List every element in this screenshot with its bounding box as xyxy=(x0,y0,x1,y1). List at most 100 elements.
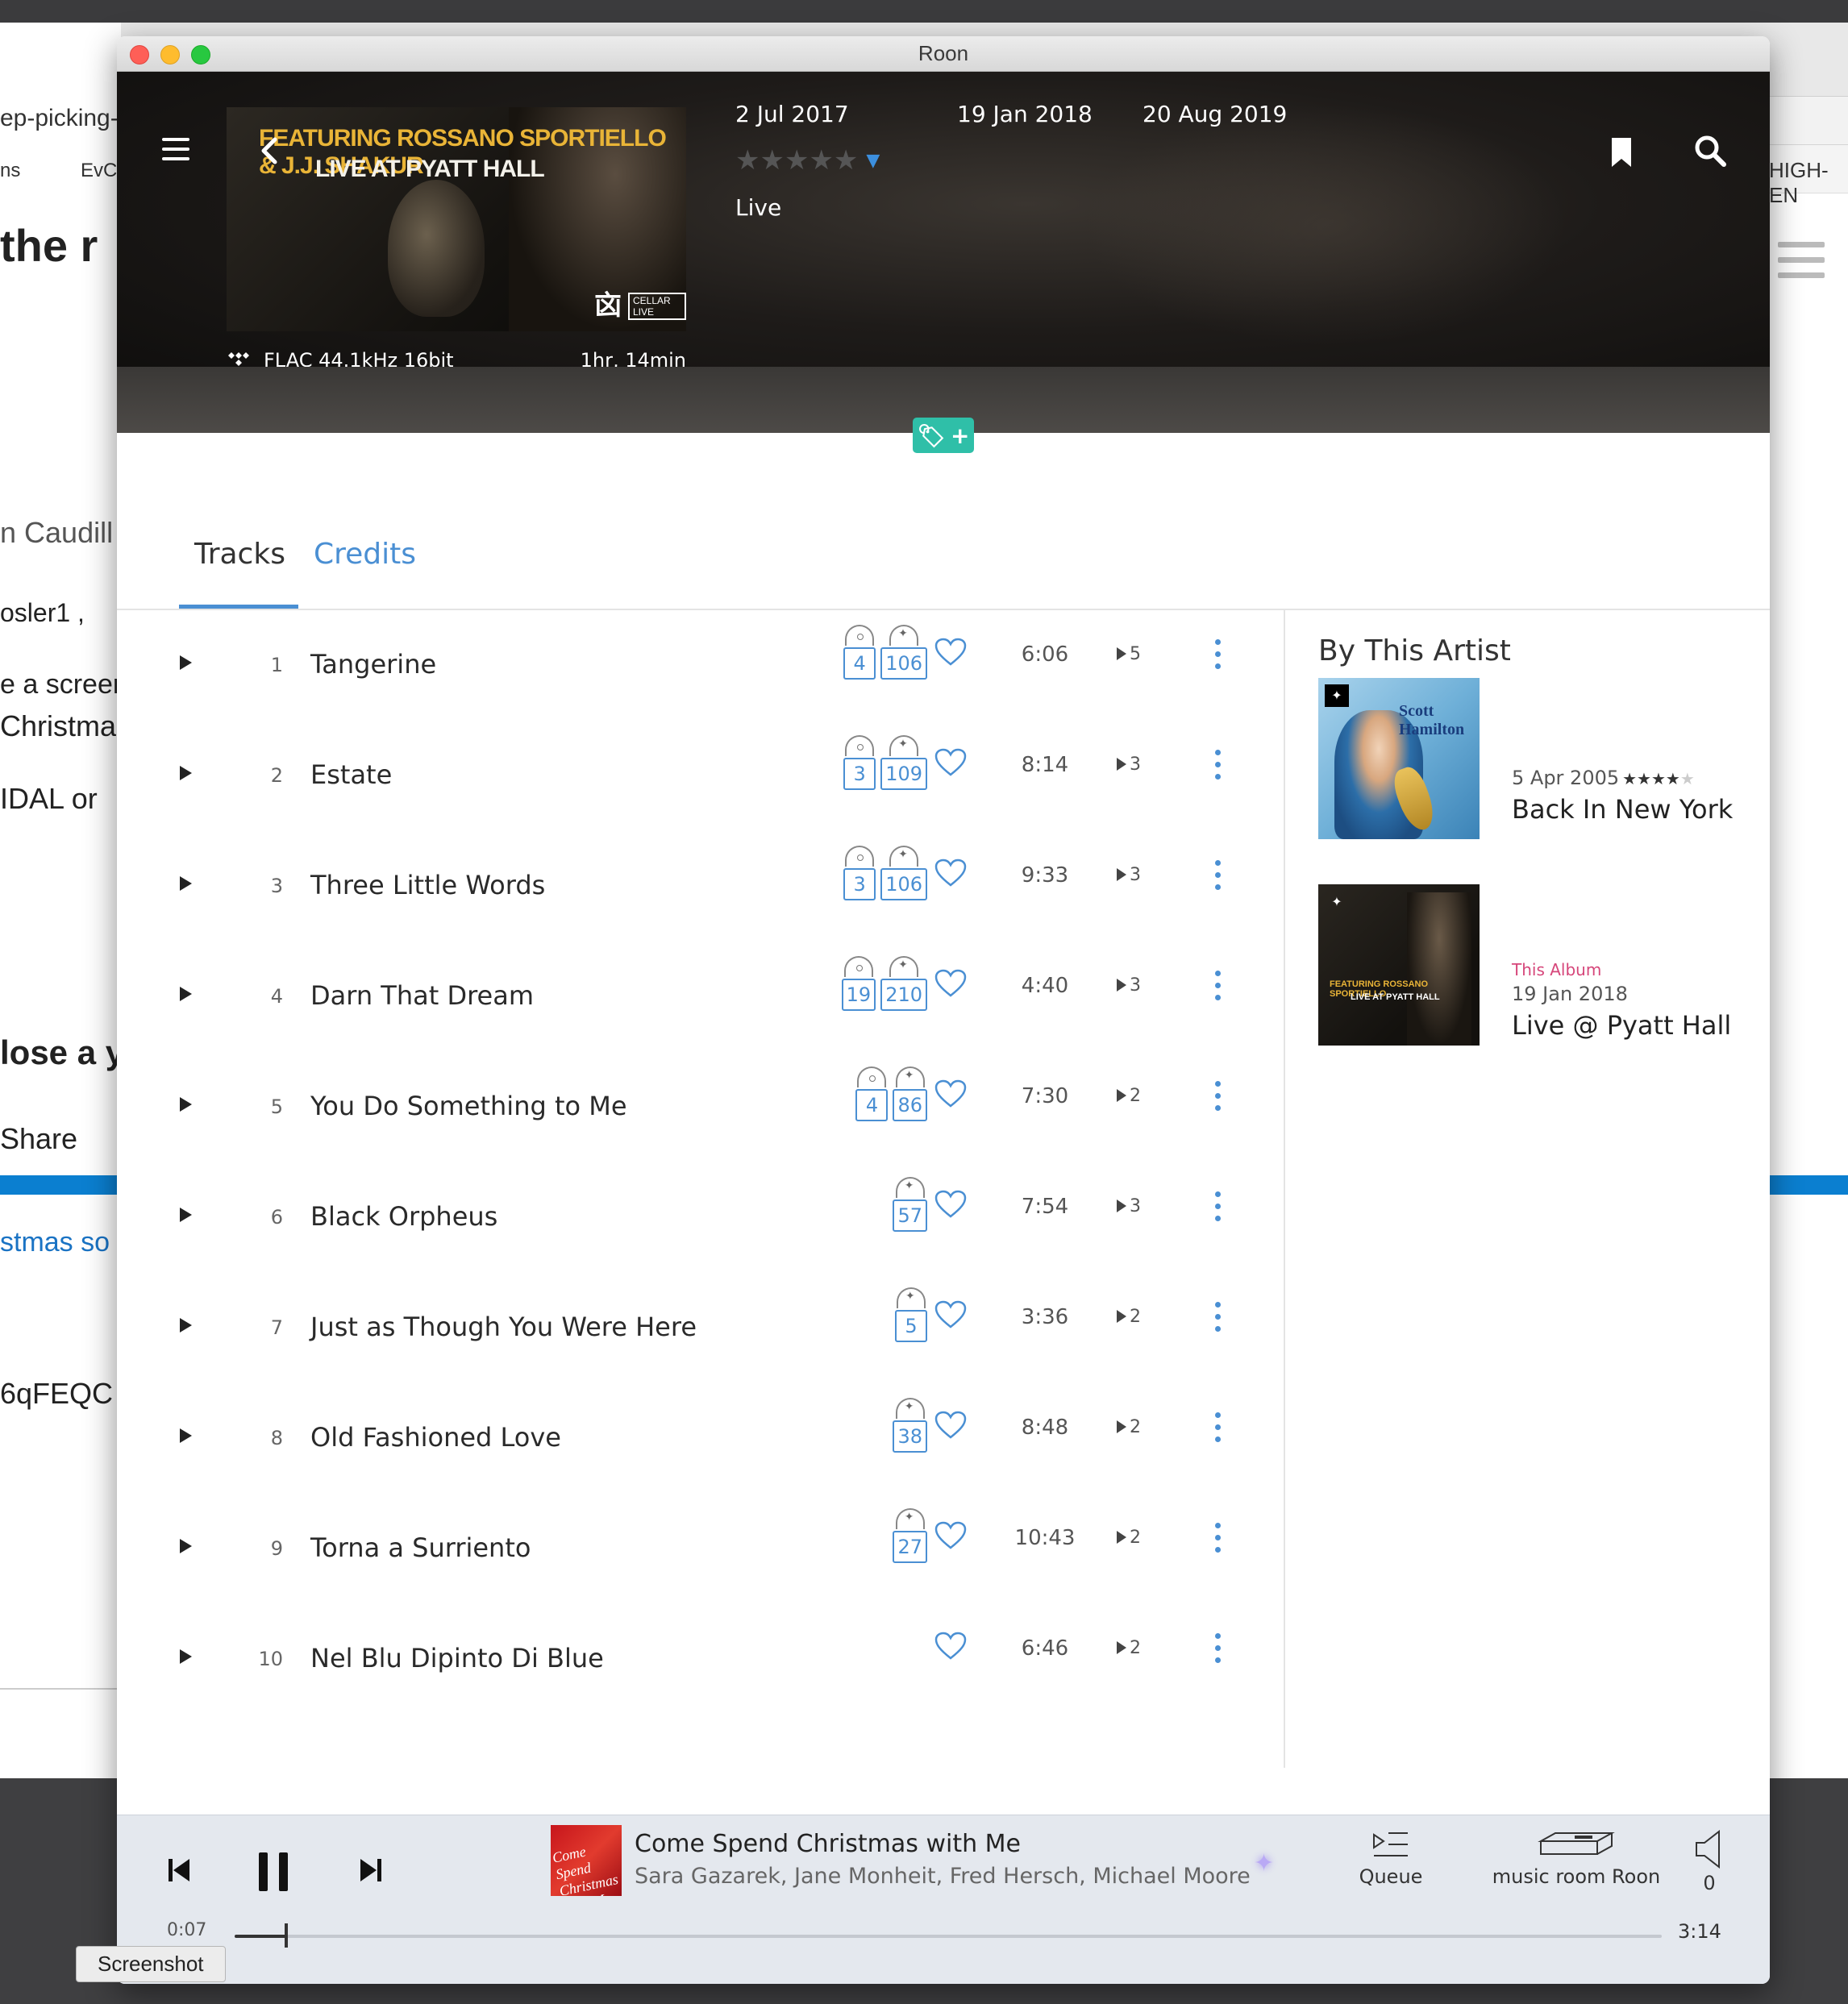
track-title[interactable]: Tangerine xyxy=(310,649,436,680)
hamburger-menu-icon[interactable] xyxy=(162,138,189,160)
track-title[interactable]: Three Little Words xyxy=(310,870,545,900)
tab-credits[interactable]: Credits xyxy=(314,538,416,571)
tidal-rank-badge[interactable]: 38 xyxy=(893,1398,927,1459)
now-playing-title[interactable]: Come Spend Christmas with Me xyxy=(635,1830,1021,1858)
track-row[interactable]: 9 Torna a Surriento 27 10:43 2 xyxy=(117,1494,1283,1603)
tidal-rank-badge[interactable]: 106 xyxy=(880,625,927,686)
tidal-rank-badge[interactable]: 106 xyxy=(880,846,927,907)
track-row[interactable]: 1 Tangerine 4106 6:06 5 xyxy=(117,610,1283,720)
cd-rank-badge[interactable]: 3 xyxy=(843,735,876,796)
favorite-heart-icon[interactable] xyxy=(934,748,967,777)
cd-rank-badge[interactable]: 3 xyxy=(843,846,876,907)
bookmark-icon[interactable] xyxy=(1610,136,1633,168)
favorite-heart-icon[interactable] xyxy=(934,969,967,998)
track-row[interactable]: 7 Just as Though You Were Here 5 3:36 2 xyxy=(117,1273,1283,1382)
track-number: 4 xyxy=(270,985,283,1008)
track-row[interactable]: 3Three Little Words31069:333 xyxy=(117,831,1283,941)
tidal-rank-badge[interactable]: 109 xyxy=(880,735,927,796)
track-row[interactable]: 8 Old Fashioned Love 38 8:48 2 xyxy=(117,1383,1283,1493)
play-track-icon[interactable] xyxy=(180,1318,192,1333)
more-options-icon[interactable] xyxy=(1215,750,1222,786)
add-tag-button[interactable]: 🏷 + xyxy=(913,418,974,453)
rating-dropdown-icon[interactable]: ▼ xyxy=(866,151,880,171)
track-title[interactable]: Old Fashioned Love xyxy=(310,1422,561,1453)
album-cover[interactable]: FEATURING ROSSANO SPORTIELLO & J.J. SHAK… xyxy=(227,107,686,331)
related-album[interactable]: Scott Hamilton ✦ 5 Apr 2005 ★★★★★ Back In… xyxy=(1318,678,1738,839)
seek-bar[interactable] xyxy=(235,1923,1662,1948)
cd-rank-badge[interactable]: 19 xyxy=(841,956,876,1017)
zone-button[interactable]: music room Roon xyxy=(1455,1830,1697,1888)
play-track-icon[interactable] xyxy=(180,1097,192,1112)
tidal-rank-badge[interactable]: 5 xyxy=(895,1287,927,1349)
favorite-heart-icon[interactable] xyxy=(934,859,967,888)
related-album[interactable]: FEATURING ROSSANO SPORTIELLO LIVE AT PYA… xyxy=(1318,884,1738,1046)
track-row[interactable]: 4 Darn That Dream 19210 4:40 3 xyxy=(117,942,1283,1051)
now-playing-artists[interactable]: Sara Gazarek, Jane Monheit, Fred Hersch,… xyxy=(635,1864,1251,1889)
tidal-rank-badge[interactable]: 86 xyxy=(893,1066,927,1128)
play-track-icon[interactable] xyxy=(180,1208,192,1222)
tab-tracks[interactable]: Tracks xyxy=(194,538,285,571)
more-options-icon[interactable] xyxy=(1215,1412,1222,1449)
play-track-icon[interactable] xyxy=(180,1539,192,1553)
favorite-heart-icon[interactable] xyxy=(934,1521,967,1550)
radio-sparkle-icon[interactable]: ✦ xyxy=(1254,1849,1274,1877)
favorite-heart-icon[interactable] xyxy=(934,638,967,667)
play-track-icon[interactable] xyxy=(180,766,192,780)
related-album-title[interactable]: Back In New York xyxy=(1512,794,1733,825)
background-text: Christma xyxy=(0,709,117,742)
related-album-cover[interactable]: Scott Hamilton ✦ xyxy=(1318,678,1480,839)
more-options-icon[interactable] xyxy=(1215,1523,1222,1559)
play-track-icon[interactable] xyxy=(180,655,192,670)
cd-rank-badge[interactable]: 4 xyxy=(855,1066,889,1128)
track-title[interactable]: Nel Blu Dipinto Di Blue xyxy=(310,1643,604,1673)
track-row[interactable]: 5 You Do Something to Me 486 7:30 2 xyxy=(117,1052,1283,1162)
queue-button[interactable]: Queue xyxy=(1342,1830,1439,1888)
album-rating[interactable]: ★★★★★ ▼ xyxy=(735,144,883,177)
track-title[interactable]: Just as Though You Were Here xyxy=(310,1312,697,1342)
related-album-title[interactable]: Live @ Pyatt Hall xyxy=(1512,1010,1731,1041)
back-arrow-icon[interactable] xyxy=(254,135,286,167)
next-track-icon[interactable] xyxy=(359,1857,383,1883)
tidal-rank-badge[interactable]: 210 xyxy=(880,956,927,1017)
tidal-icon: ✦ xyxy=(1325,684,1349,707)
more-options-icon[interactable] xyxy=(1215,1302,1222,1338)
favorite-heart-icon[interactable] xyxy=(934,1079,967,1108)
seek-handle[interactable] xyxy=(284,1923,288,1948)
tidal-rank-badge[interactable]: 57 xyxy=(893,1177,927,1238)
more-options-icon[interactable] xyxy=(1215,860,1222,896)
play-track-icon[interactable] xyxy=(180,1428,192,1443)
more-options-icon[interactable] xyxy=(1215,1081,1222,1117)
pause-icon[interactable] xyxy=(256,1851,291,1893)
cd-rank-badge[interactable]: 4 xyxy=(843,625,876,686)
now-playing-cover[interactable]: Come Spend Christmas With Me xyxy=(551,1825,622,1896)
play-track-icon[interactable] xyxy=(180,876,192,891)
more-options-icon[interactable] xyxy=(1215,971,1222,1007)
rank-value: 3 xyxy=(843,868,876,900)
track-title[interactable]: Darn That Dream xyxy=(310,980,534,1011)
volume-button[interactable]: 0 xyxy=(1673,1829,1746,1894)
more-options-icon[interactable] xyxy=(1215,639,1222,676)
play-track-icon[interactable] xyxy=(180,987,192,1001)
title-bar[interactable]: Roon xyxy=(117,36,1770,72)
track-title[interactable]: Black Orpheus xyxy=(310,1201,497,1232)
track-row[interactable]: 2Estate31098:143 xyxy=(117,721,1283,830)
genre-link[interactable]: Live xyxy=(735,194,781,221)
track-title[interactable]: You Do Something to Me xyxy=(310,1091,627,1121)
album-header: FEATURING ROSSANO SPORTIELLO & J.J. SHAK… xyxy=(117,72,1770,402)
track-row[interactable]: 6 Black Orpheus 57 7:54 3 xyxy=(117,1162,1283,1272)
more-options-icon[interactable] xyxy=(1215,1191,1222,1228)
more-options-icon[interactable] xyxy=(1215,1633,1222,1669)
previous-track-icon[interactable] xyxy=(167,1857,191,1883)
play-track-icon[interactable] xyxy=(180,1649,192,1664)
search-icon[interactable] xyxy=(1694,135,1726,167)
related-album-cover[interactable]: FEATURING ROSSANO SPORTIELLO LIVE AT PYA… xyxy=(1318,884,1480,1046)
favorite-heart-icon[interactable] xyxy=(934,1190,967,1219)
favorite-heart-icon[interactable] xyxy=(934,1300,967,1329)
favorite-heart-icon[interactable] xyxy=(934,1632,967,1661)
track-title[interactable]: Estate xyxy=(310,759,392,790)
tidal-rank-badge[interactable]: 27 xyxy=(893,1508,927,1570)
rating-stars[interactable]: ★★★★★ xyxy=(735,144,858,177)
track-row[interactable]: 10 Nel Blu Dipinto Di Blue 6:46 2 xyxy=(117,1604,1283,1714)
favorite-heart-icon[interactable] xyxy=(934,1411,967,1440)
track-title[interactable]: Torna a Surriento xyxy=(310,1532,531,1563)
